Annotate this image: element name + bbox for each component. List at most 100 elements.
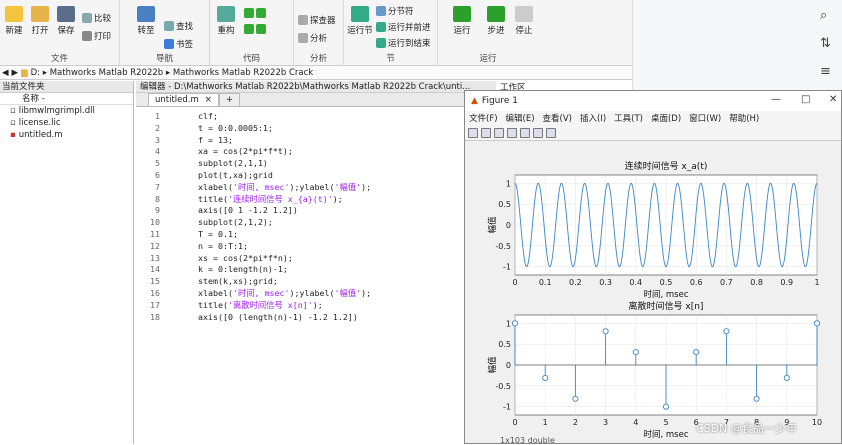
address-path[interactable]: D: ▸ Mathworks Matlab R2022b ▸ Mathworks… xyxy=(31,68,314,78)
x-tick-label: 3 xyxy=(603,418,608,427)
close-icon[interactable]: × xyxy=(205,94,212,106)
line-number: 9 xyxy=(155,205,160,216)
name-column-header[interactable]: 名称 - xyxy=(0,93,133,105)
figure-menu-item[interactable]: 编辑(E) xyxy=(506,112,535,124)
line-number: 11 xyxy=(150,229,160,239)
code-line[interactable]: xa = cos(2*pi*f*t); xyxy=(198,146,293,158)
colorbar-icon[interactable] xyxy=(533,127,543,138)
profiler-icon xyxy=(298,15,308,25)
run-section-icon xyxy=(351,6,369,22)
forward-icon[interactable]: ▶ xyxy=(12,68,19,78)
code-line[interactable]: f = 13; xyxy=(198,135,233,147)
goto-button[interactable]: 转至 xyxy=(132,6,160,36)
code-line[interactable]: stem(k,xs);grid; xyxy=(198,276,278,288)
figure-menu-item[interactable]: 窗口(W) xyxy=(689,112,721,124)
line-number: 3 xyxy=(155,134,160,145)
step-icon xyxy=(487,6,505,22)
section-group: 运行节 分节符 运行并前进 运行到结束 节 xyxy=(344,0,438,66)
y-tick-label: 0.5 xyxy=(498,340,511,349)
run-advance-button[interactable]: 运行并前进 xyxy=(376,21,431,33)
open-button[interactable]: 打开 xyxy=(26,6,54,36)
figure-menu-item[interactable]: 帮助(H) xyxy=(729,112,759,124)
new-button[interactable]: 新建 xyxy=(0,6,28,36)
file-icon: ▫ xyxy=(10,118,16,128)
legend-icon[interactable] xyxy=(546,127,556,138)
code-area[interactable]: 1 clf; 2 t = 0:0.0005:1; 3 f = 13; 4 xa = cos(2… xyxy=(136,107,496,427)
code-line[interactable]: plot(t,xa);grid xyxy=(198,170,273,182)
line-number: 12 xyxy=(150,240,160,251)
refactor-button[interactable]: 重构 xyxy=(212,6,240,36)
save-button[interactable]: 保存 xyxy=(52,6,80,36)
compare-button[interactable]: 比较 xyxy=(82,12,111,24)
x-tick-label: 0.8 xyxy=(750,278,763,287)
code-line[interactable]: title('连续时间信号 x_{a}(t)'); xyxy=(198,194,343,206)
x-tick-label: 0.9 xyxy=(780,278,793,287)
analyze-group: 探查器 分析 分析 xyxy=(294,0,344,66)
play-icon xyxy=(453,6,471,22)
file-item[interactable]: ▫ license.lic xyxy=(0,117,133,129)
figure-menu-item[interactable]: 查看(V) xyxy=(543,112,572,124)
figure-menu-item[interactable]: 工具(T) xyxy=(614,112,643,124)
x-axis-label: 时间, msec xyxy=(643,429,688,440)
wrap-button[interactable] xyxy=(244,24,266,34)
sync-icon[interactable]: ⇅ xyxy=(820,36,831,51)
run-section-button[interactable]: 运行节 xyxy=(346,6,374,36)
percent-icon xyxy=(244,8,254,18)
figure-menu-item[interactable]: 桌面(D) xyxy=(651,112,681,124)
figure-menu-item[interactable]: 文件(F) xyxy=(469,112,498,124)
back-icon[interactable]: ◀ xyxy=(2,68,9,78)
file-group: 新建 打开 保存 比较 打印 文件 xyxy=(0,0,120,66)
code-line[interactable]: xlabel('时间, msec');ylabel('幅值'); xyxy=(198,288,371,300)
find-button[interactable]: 查找 xyxy=(164,20,193,32)
run-button[interactable]: 运行 xyxy=(448,6,476,36)
line-number: 7 xyxy=(155,181,160,192)
code-line[interactable]: subplot(2,1,1) xyxy=(198,158,268,170)
editor-panel: 编辑器 - D:\Mathworks Matlab R2022b\Mathwor… xyxy=(136,81,496,444)
section-break-button[interactable]: 分节符 xyxy=(376,5,414,17)
code-line[interactable]: xs = cos(2*pi*f*n); xyxy=(198,253,293,265)
step-button[interactable]: 步进 xyxy=(482,6,510,36)
bookmark-icon xyxy=(164,39,174,49)
code-line[interactable]: title('离散时间信号 x[n]'); xyxy=(198,300,323,312)
print-button[interactable]: 打印 xyxy=(82,30,111,42)
smart-indent-icon xyxy=(256,24,266,34)
comment-button[interactable] xyxy=(244,8,266,18)
figure-menu-item[interactable]: 插入(I) xyxy=(580,112,606,124)
x-tick-label: 0 xyxy=(512,278,517,287)
stem-marker xyxy=(542,374,549,381)
code-line[interactable]: axis([0 1 -1.2 1.2]) xyxy=(198,205,298,217)
analyze-icon xyxy=(298,33,308,43)
analyze-button[interactable]: 分析 xyxy=(298,32,327,44)
code-line[interactable]: n = 0:T:1; xyxy=(198,241,248,253)
code-line[interactable]: T = 0.1; xyxy=(198,229,238,241)
maximize-button[interactable]: □ xyxy=(801,94,810,105)
profiler-button[interactable]: 探查器 xyxy=(298,14,336,26)
stop-button[interactable]: 停止 xyxy=(510,6,538,36)
code-line[interactable]: clf; xyxy=(198,111,218,123)
run-to-end-button[interactable]: 运行到结束 xyxy=(376,37,431,49)
line-number: 8 xyxy=(155,193,160,204)
file-item[interactable]: ▫ libmwlmgrimpl.dll xyxy=(0,105,133,117)
new-figure-icon[interactable] xyxy=(468,127,478,138)
address-bar[interactable]: ◀ ▶ ▆ D: ▸ Mathworks Matlab R2022b ▸ Mat… xyxy=(0,66,632,80)
open-icon[interactable] xyxy=(481,127,491,138)
stem-marker xyxy=(511,320,519,327)
close-button[interactable]: ✕ xyxy=(829,94,837,105)
code-line[interactable]: t = 0:0.0005:1; xyxy=(198,123,273,135)
file-item[interactable]: ▪ untitled.m xyxy=(0,129,133,141)
bookmark-button[interactable]: 书签 xyxy=(164,38,193,50)
wrap-icon xyxy=(244,24,254,34)
print-icon[interactable] xyxy=(507,127,517,138)
code-line[interactable]: axis([0 (length(n)-1) -1.2 1.2]) xyxy=(198,312,358,324)
search-icon[interactable]: ⌕ xyxy=(820,8,827,23)
code-line[interactable]: subplot(2,1,2); xyxy=(198,217,273,229)
code-line[interactable]: k = 0:length(n)-1; xyxy=(198,264,288,276)
link-icon[interactable] xyxy=(520,127,530,138)
add-tab-button[interactable]: + xyxy=(218,93,241,106)
code-line[interactable]: xlabel('时间, msec');ylabel('幅值'); xyxy=(198,182,371,194)
save-icon[interactable] xyxy=(494,127,504,138)
tab-untitled[interactable]: untitled.m × xyxy=(148,93,219,106)
minimize-button[interactable]: — xyxy=(771,94,781,105)
save-icon xyxy=(57,6,75,22)
settings-icon[interactable]: ≡ xyxy=(820,64,831,79)
